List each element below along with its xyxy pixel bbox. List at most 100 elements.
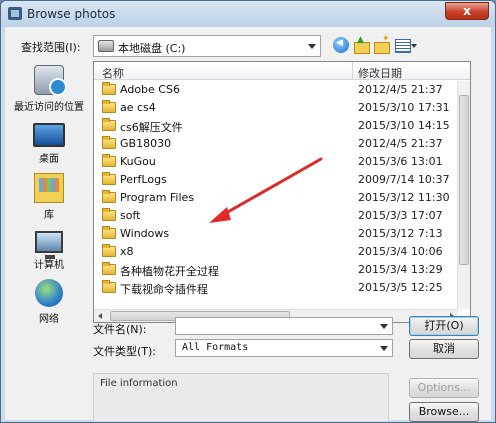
cancel-button[interactable]: 取消 [409, 339, 479, 359]
list-item[interactable]: soft 2015/3/3 17:07 [94, 207, 458, 225]
desktop-icon [33, 123, 65, 147]
look-in-label: 查找范围(I): [21, 41, 81, 54]
filetype-value: All Formats [182, 342, 249, 353]
column-date-modified[interactable]: 修改日期 [358, 65, 402, 81]
column-header: 名称 修改日期 [94, 62, 470, 80]
file-name: soft [120, 209, 141, 222]
scroll-left-icon[interactable] [98, 313, 102, 319]
place-computer[interactable]: 计算机 [9, 227, 89, 271]
network-icon [35, 279, 63, 307]
list-item[interactable]: ae cs4 2015/3/10 17:31 [94, 99, 458, 117]
place-label: 最近访问的位置 [14, 102, 84, 113]
file-date: 2015/3/10 17:31 [358, 101, 450, 114]
folder-icon [102, 262, 116, 275]
chevron-down-icon[interactable] [380, 346, 388, 351]
vertical-scroll-thumb[interactable] [459, 95, 469, 265]
file-name: Adobe CS6 [120, 83, 180, 96]
vertical-scrollbar[interactable] [457, 81, 470, 309]
file-name: ae cs4 [120, 101, 156, 114]
place-label: 网络 [39, 314, 59, 325]
file-rows: Adobe CS6 2012/4/5 21:37 ae cs4 2015/3/10 … [94, 81, 458, 297]
recent-places-icon [34, 65, 67, 96]
file-date: 2015/3/4 10:06 [358, 245, 443, 258]
list-item[interactable]: Adobe CS6 2012/4/5 21:37 [94, 81, 458, 99]
file-date: 2012/4/5 21:37 [358, 83, 443, 96]
look-in-dropdown[interactable]: 本地磁盘 (C:) [93, 35, 321, 57]
folder-icon [102, 172, 116, 185]
file-date: 2015/3/10 14:15 [358, 119, 450, 132]
options-button[interactable]: Options... [409, 378, 479, 398]
folder-icon [102, 226, 116, 239]
list-item[interactable]: 各种植物花开全过程 2015/3/4 13:29 [94, 261, 458, 279]
file-name: PerfLogs [120, 173, 167, 186]
list-item[interactable]: x8 2015/3/4 10:06 [94, 243, 458, 261]
file-name: GB18030 [120, 137, 172, 150]
app-icon [8, 7, 22, 20]
folder-icon [102, 244, 116, 257]
window-title: Browse photos [27, 7, 116, 21]
file-name: Windows [120, 227, 170, 240]
file-date: 2015/3/5 12:25 [358, 281, 443, 294]
filename-input[interactable] [175, 317, 393, 335]
file-date: 2015/3/12 11:30 [358, 191, 450, 204]
place-label: 库 [44, 210, 54, 221]
title-bar[interactable]: Browse photos x [1, 1, 495, 27]
dialog-body: 查找范围(I): 本地磁盘 (C:) 最近访问的位置 桌面 库 [5, 27, 491, 422]
list-item[interactable]: KuGou 2015/3/6 13:01 [94, 153, 458, 171]
place-desktop[interactable]: 桌面 [9, 119, 89, 165]
open-button[interactable]: 打开(O) [409, 316, 479, 336]
list-item[interactable]: Program Files 2015/3/12 11:30 [94, 189, 458, 207]
folder-icon [102, 190, 116, 203]
list-item[interactable]: cs6解压文件 2015/3/10 14:15 [94, 117, 458, 135]
new-folder-icon[interactable] [373, 34, 390, 54]
folder-icon [102, 100, 116, 113]
folder-icon [102, 118, 116, 131]
file-date: 2015/3/6 13:01 [358, 155, 443, 168]
place-network[interactable]: 网络 [9, 279, 89, 325]
chevron-down-icon[interactable] [308, 44, 316, 49]
libraries-icon [34, 173, 64, 203]
file-date: 2015/3/12 7:13 [358, 227, 443, 240]
folder-icon [102, 208, 116, 221]
file-name: KuGou [120, 155, 156, 168]
list-item[interactable]: PerfLogs 2009/7/14 10:37 [94, 171, 458, 189]
close-button[interactable]: x [445, 2, 489, 20]
folder-icon [102, 280, 116, 293]
file-date: 2015/3/3 17:07 [358, 209, 443, 222]
places-bar: 最近访问的位置 桌面 库 计算机 网络 [9, 61, 89, 325]
browse-button[interactable]: Browse... [409, 402, 479, 422]
file-information-panel: File information [93, 373, 389, 421]
file-list[interactable]: 名称 修改日期 Adobe CS6 2012/4/5 21:37 ae cs4 20… [93, 61, 471, 323]
file-name: 各种植物花开全过程 [120, 265, 219, 278]
local-disk-icon [98, 40, 114, 52]
file-name: 下载视命令插件程 [120, 283, 208, 296]
filename-label: 文件名(N): [93, 323, 147, 336]
list-item[interactable]: Windows 2015/3/12 7:13 [94, 225, 458, 243]
list-item[interactable]: 下载视命令插件程 2015/3/5 12:25 [94, 279, 458, 297]
column-name[interactable]: 名称 [102, 65, 124, 81]
file-name: cs6解压文件 [120, 121, 183, 134]
place-label: 桌面 [39, 154, 59, 165]
up-folder-icon[interactable] [353, 35, 370, 54]
browse-photos-dialog: Browse photos x 查找范围(I): 本地磁盘 (C:) 最近访问的… [0, 0, 496, 423]
view-menu-icon[interactable] [395, 37, 417, 53]
file-date: 2012/4/5 21:37 [358, 137, 443, 150]
file-date: 2015/3/4 13:29 [358, 263, 443, 276]
place-libraries[interactable]: 库 [9, 173, 89, 221]
folder-icon [102, 136, 116, 149]
file-name: Program Files [120, 191, 195, 204]
chevron-down-icon[interactable] [380, 324, 388, 329]
list-item[interactable]: GB18030 2012/4/5 21:37 [94, 135, 458, 153]
file-name: x8 [120, 245, 134, 258]
file-information-label: File information [100, 378, 178, 389]
back-icon[interactable] [333, 37, 349, 53]
filetype-select[interactable]: All Formats [175, 339, 393, 357]
file-date: 2009/7/14 10:37 [358, 173, 450, 186]
folder-icon [102, 154, 116, 167]
column-divider[interactable] [352, 62, 353, 80]
folder-icon [102, 82, 116, 95]
computer-icon [35, 231, 63, 259]
look-in-value: 本地磁盘 (C:) [118, 42, 186, 55]
filetype-label: 文件类型(T): [93, 345, 157, 358]
place-recent[interactable]: 最近访问的位置 [9, 65, 89, 113]
